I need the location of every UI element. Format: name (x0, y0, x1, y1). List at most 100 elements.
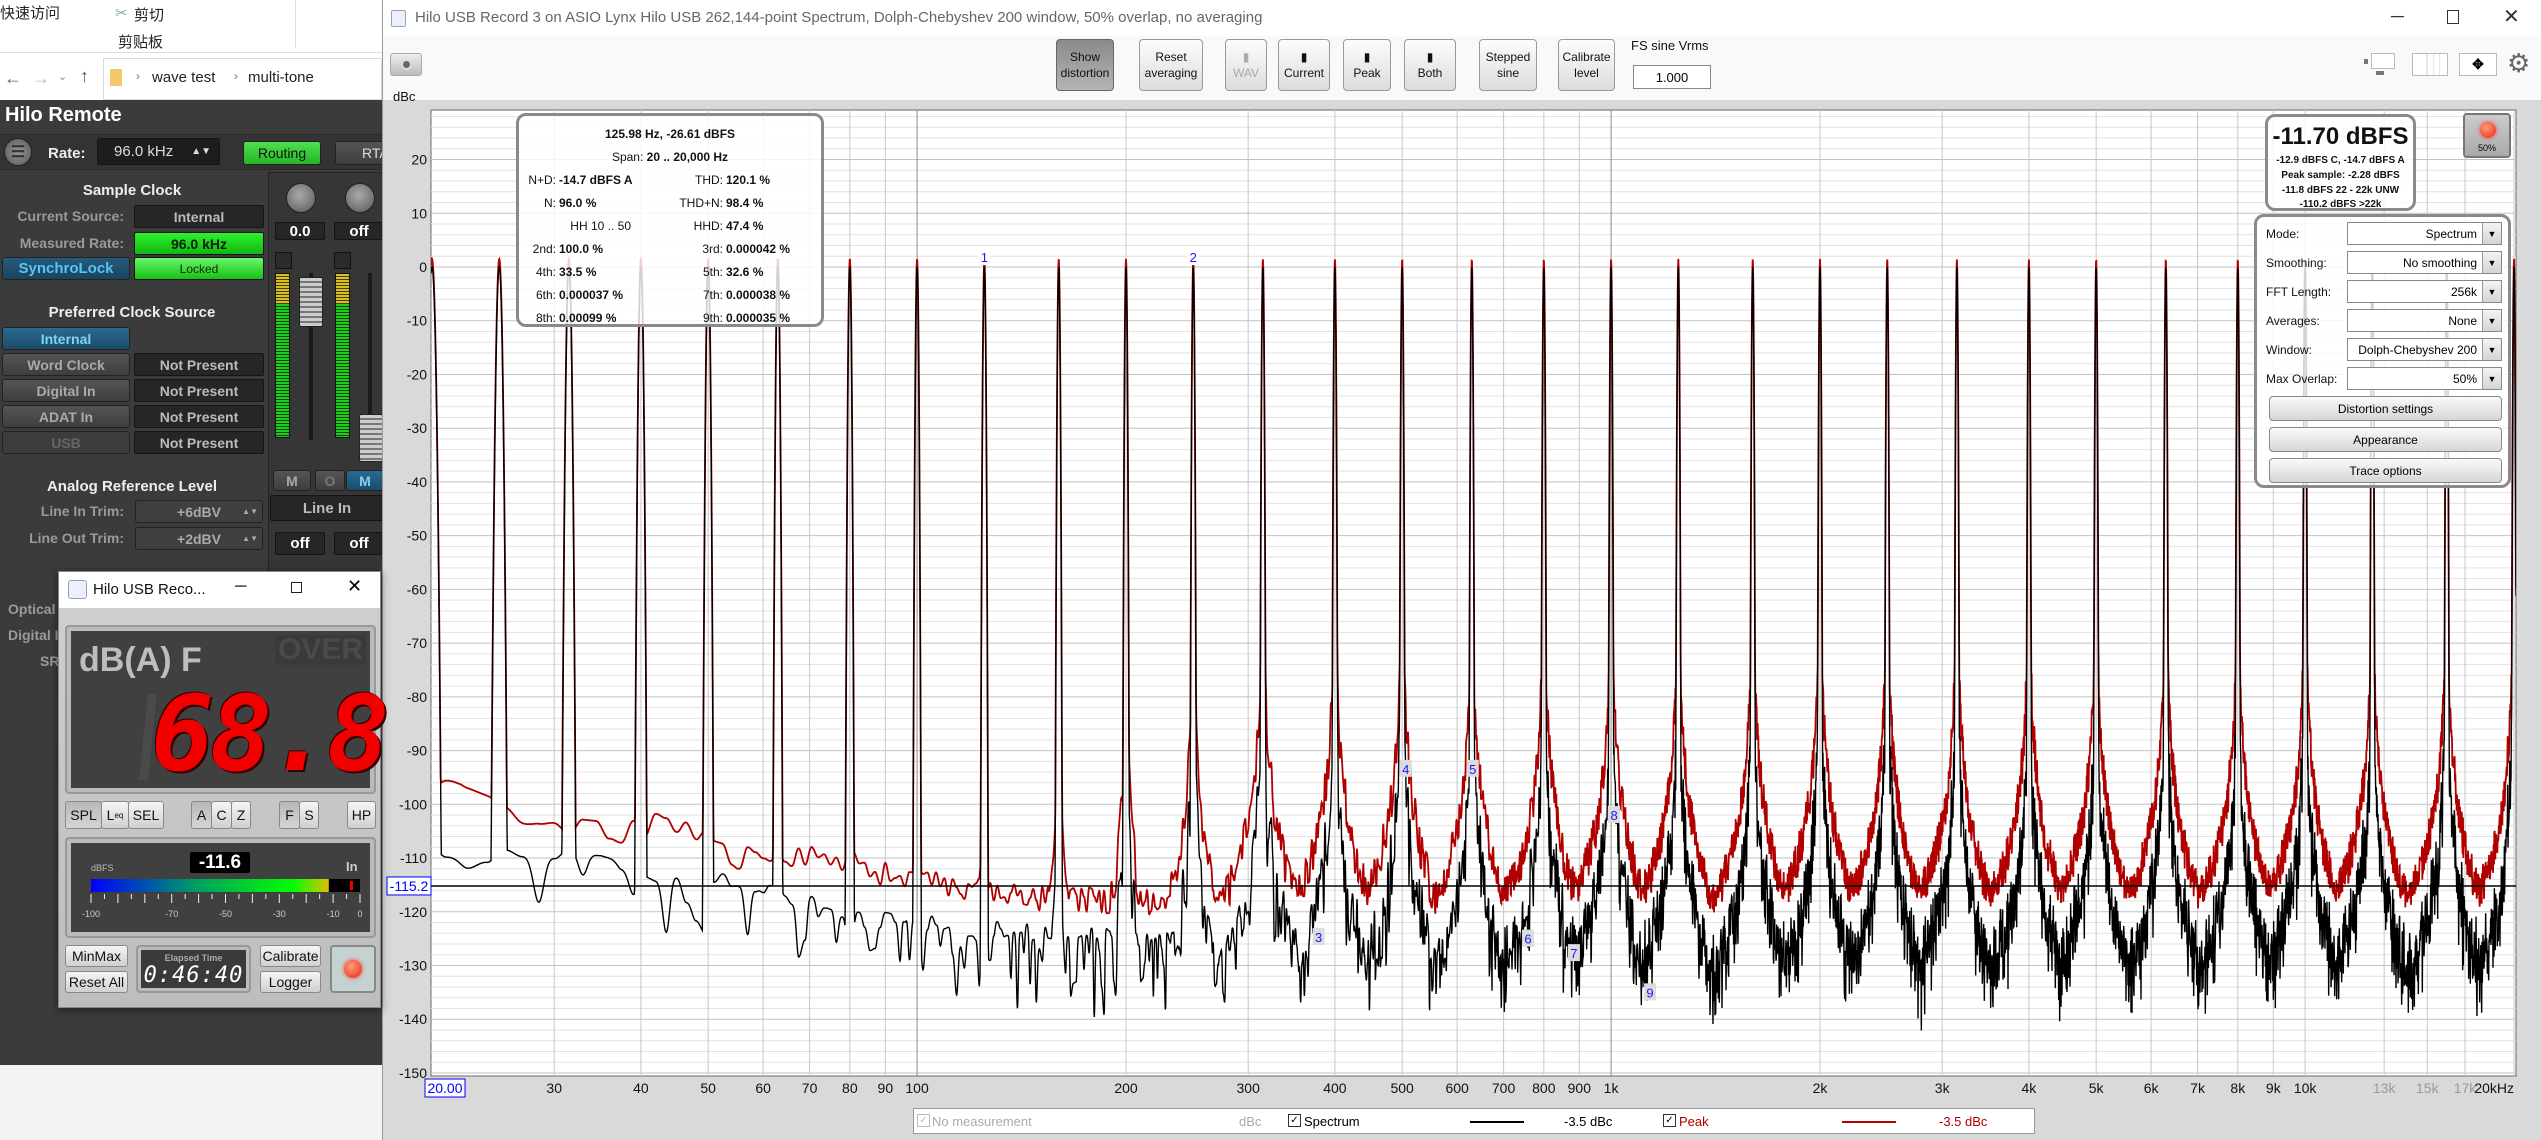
pan-knob-2[interactable] (345, 183, 375, 213)
clock-source-word-clock[interactable]: Word Clock (2, 353, 130, 376)
distortion-settings-button[interactable]: Distortion settings (2269, 396, 2502, 421)
breadcrumb-wave-test[interactable]: wave test (152, 69, 215, 86)
leq-mode-button[interactable]: Leq (101, 801, 129, 829)
calibrate-level-button[interactable]: Calibrate level (1558, 39, 1615, 91)
breadcrumb-multi-tone[interactable]: multi-tone (248, 69, 314, 86)
logger-button[interactable]: Logger (260, 971, 321, 993)
clipboard-group-label: 剪贴板 (118, 34, 164, 51)
address-bar[interactable]: › wave test › multi-tone (103, 58, 382, 100)
output-2-value[interactable]: off (334, 532, 382, 555)
peak-checkbox[interactable]: ✓ (1663, 1114, 1676, 1127)
line-in-trim-select[interactable]: +6dBV ▲▼ (135, 500, 263, 523)
reset-all-button[interactable]: Reset All (65, 971, 128, 993)
chevron-down-icon[interactable]: ▼ (2482, 368, 2501, 389)
setting-select-fftlength[interactable]: 256k ▼ (2347, 280, 2502, 303)
gear-icon[interactable]: ⚙ (2507, 49, 2530, 77)
clock-source-internal[interactable]: Internal (2, 327, 130, 350)
fader-2[interactable] (359, 414, 382, 462)
cut-button[interactable]: 剪切 (134, 4, 164, 25)
sel-mode-button[interactable]: SEL (128, 801, 164, 829)
fader-1[interactable] (299, 277, 323, 327)
c-weighting-button[interactable]: C (211, 801, 232, 829)
pan-knob-1[interactable] (286, 183, 316, 213)
close-button[interactable]: ✕ (2503, 4, 2520, 29)
y-tick-label: 20 (411, 152, 427, 168)
routing-button[interactable]: Routing (243, 141, 321, 165)
clock-source-adat-in[interactable]: ADAT In (2, 405, 130, 428)
slow-response-button[interactable]: S (299, 801, 319, 829)
forward-arrow-icon[interactable]: → (32, 68, 50, 89)
menu-icon[interactable]: ☰ (4, 138, 32, 166)
save-peak-button[interactable]: ▮ Peak (1343, 39, 1391, 91)
mute-button-2[interactable]: M (346, 470, 382, 491)
synchrolock-button[interactable]: SynchroLock (2, 257, 130, 280)
clock-source-digital-in[interactable]: Digital In (2, 379, 130, 402)
y-tick-label: -130 (399, 957, 427, 973)
setting-select-mode[interactable]: Spectrum ▼ (2347, 222, 2502, 245)
chevron-down-icon[interactable]: ▼ (2482, 310, 2501, 331)
setting-select-smoothing[interactable]: No smoothing ▼ (2347, 251, 2502, 274)
quick-access-label[interactable]: 快速访问 (0, 2, 60, 23)
preferred-clock-heading: Preferred Clock Source (48, 304, 216, 321)
line-out-trim-select[interactable]: +2dBV ▲▼ (135, 527, 263, 550)
mute-button-1[interactable]: M (273, 470, 311, 491)
maximize-button[interactable] (291, 582, 302, 593)
settings-panel: Mode: Spectrum ▼ Smoothing: No smoothing ▼ FFT… (2254, 214, 2511, 488)
fast-response-button[interactable]: F (279, 801, 300, 829)
chevron-down-icon[interactable]: ▼ (2482, 281, 2501, 302)
minmax-button[interactable]: MinMax (65, 945, 128, 967)
meter-record-button[interactable] (330, 945, 376, 993)
spinner-icon: ▲▼ (242, 534, 258, 543)
digital-in-status: Not Present (134, 379, 264, 402)
pan-zoom-arrows-icon[interactable]: ✥ (2459, 53, 2497, 76)
setting-select-window[interactable]: Dolph-Chebyshev 200 ▼ (2347, 338, 2502, 361)
high-pass-button[interactable]: HP (347, 801, 376, 829)
clock-source-usb[interactable]: USB (2, 431, 130, 454)
spectrum-checkbox[interactable]: ✓ (1288, 1114, 1301, 1127)
trace-options-button[interactable]: Trace options (2269, 458, 2502, 483)
calibrate-button[interactable]: Calibrate (260, 945, 321, 967)
output-1-value[interactable]: off (275, 532, 325, 555)
solo-button[interactable]: O (315, 470, 345, 491)
resize-axes-icon[interactable] (2364, 53, 2399, 76)
show-distortion-button[interactable]: Show distortion (1056, 39, 1114, 91)
channel-2-value[interactable]: off (334, 222, 382, 240)
save-wav-button[interactable]: ▮ WAV (1225, 39, 1267, 91)
measured-rate-value: 96.0 kHz (134, 232, 264, 255)
back-arrow-icon[interactable]: ← (4, 68, 22, 89)
input-source-select[interactable]: Line In (270, 495, 382, 521)
minimize-button[interactable]: ─ (2391, 6, 2404, 27)
record-button[interactable]: 50% (2463, 113, 2511, 158)
up-arrow-icon[interactable]: ↑ (80, 66, 89, 87)
z-weighting-button[interactable]: Z (231, 801, 251, 829)
close-button[interactable]: ✕ (347, 576, 362, 597)
spl-mode-button[interactable]: SPL (65, 801, 102, 829)
stepped-sine-button[interactable]: Stepped sine (1479, 39, 1537, 91)
setting-select-averages[interactable]: None ▼ (2347, 309, 2502, 332)
fs-sine-input[interactable]: 1.000 (1633, 65, 1711, 89)
a-weighting-button[interactable]: A (191, 801, 212, 829)
rta-button[interactable]: RTA (335, 141, 382, 165)
maximize-button[interactable] (2447, 10, 2459, 24)
rta-window: Hilo USB Record 3 on ASIO Lynx Hilo USB … (382, 0, 2541, 1140)
columns-view-icon[interactable] (2412, 53, 2448, 76)
bar-fill (91, 879, 329, 892)
chevron-down-icon[interactable]: ▼ (2482, 339, 2501, 360)
rate-select[interactable]: 96.0 kHz ▲▼ (97, 138, 220, 165)
save-both-button[interactable]: ▮ Both (1404, 39, 1456, 91)
no-measurement-checkbox[interactable]: ✓ (917, 1114, 930, 1127)
recent-chevron-icon[interactable]: ⌄ (58, 70, 67, 83)
x-cursor-label[interactable]: 20.00 (424, 1078, 466, 1098)
save-current-button[interactable]: ▮ Current (1278, 39, 1330, 91)
chevron-down-icon[interactable]: ▼ (2482, 223, 2501, 244)
chevron-down-icon[interactable]: ▼ (2482, 252, 2501, 273)
setting-select-maxoverlap[interactable]: 50% ▼ (2347, 367, 2502, 390)
minimize-button[interactable]: ─ (235, 578, 246, 596)
reset-averaging-label-1: Reset (1155, 50, 1187, 64)
line-out-trim-value: +2dBV (177, 530, 221, 547)
y-cursor-label[interactable]: -115.2 (386, 876, 432, 896)
channel-1-value[interactable]: 0.0 (275, 222, 325, 240)
reset-averaging-button[interactable]: Reset averaging (1139, 39, 1203, 91)
camera-icon[interactable] (390, 53, 422, 76)
appearance-button[interactable]: Appearance (2269, 427, 2502, 452)
